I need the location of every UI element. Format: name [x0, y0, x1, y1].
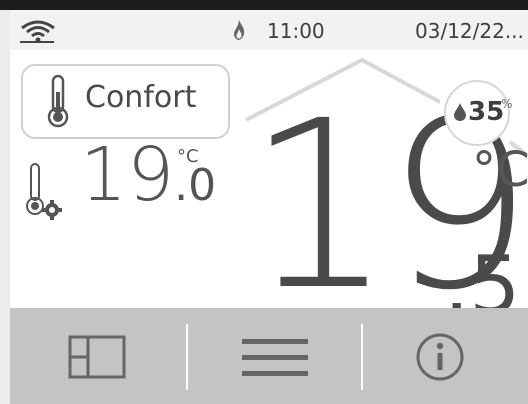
- humidity-badge: 35 %: [444, 80, 513, 146]
- humidity-value: 35: [468, 97, 505, 127]
- bottom-nav: [10, 308, 528, 404]
- nav-info-button[interactable]: [363, 308, 528, 404]
- info-icon: [415, 332, 465, 386]
- nav-rooms-button[interactable]: [10, 308, 182, 404]
- flame-icon: [232, 19, 246, 45]
- wifi-icon: [18, 16, 58, 48]
- current-unit: °C: [472, 142, 528, 198]
- main-panel: Confort 19.0 °C 19 .5 °C 35 %: [10, 50, 528, 326]
- mode-button[interactable]: Confort: [21, 64, 230, 139]
- thermometer-icon: [45, 74, 71, 132]
- status-time: 11:00: [267, 19, 325, 43]
- setpoint-temperature[interactable]: 19.0 °C: [80, 138, 216, 212]
- mode-label: Confort: [85, 80, 197, 115]
- humidity-unit: %: [501, 97, 513, 111]
- thermostat-screen: 11:00 03/12/22... Confort 19.0 °C 19 .5 …: [0, 0, 528, 404]
- thermometer-settings-icon: [24, 162, 64, 226]
- setpoint-decimal: .0: [174, 160, 217, 211]
- status-date: 03/12/22...: [415, 19, 524, 43]
- hamburger-menu-icon: [242, 337, 308, 383]
- setpoint-integer: 19: [80, 132, 175, 218]
- display-area: 11:00 03/12/22... Confort 19.0 °C 19 .5 …: [10, 10, 528, 404]
- top-bezel: [0, 0, 528, 10]
- status-bar: 11:00 03/12/22...: [10, 10, 528, 50]
- water-drop-icon: [453, 102, 467, 126]
- nav-menu-button[interactable]: [188, 308, 360, 404]
- door-panel-icon: [68, 334, 128, 384]
- setpoint-unit: °C: [177, 146, 199, 167]
